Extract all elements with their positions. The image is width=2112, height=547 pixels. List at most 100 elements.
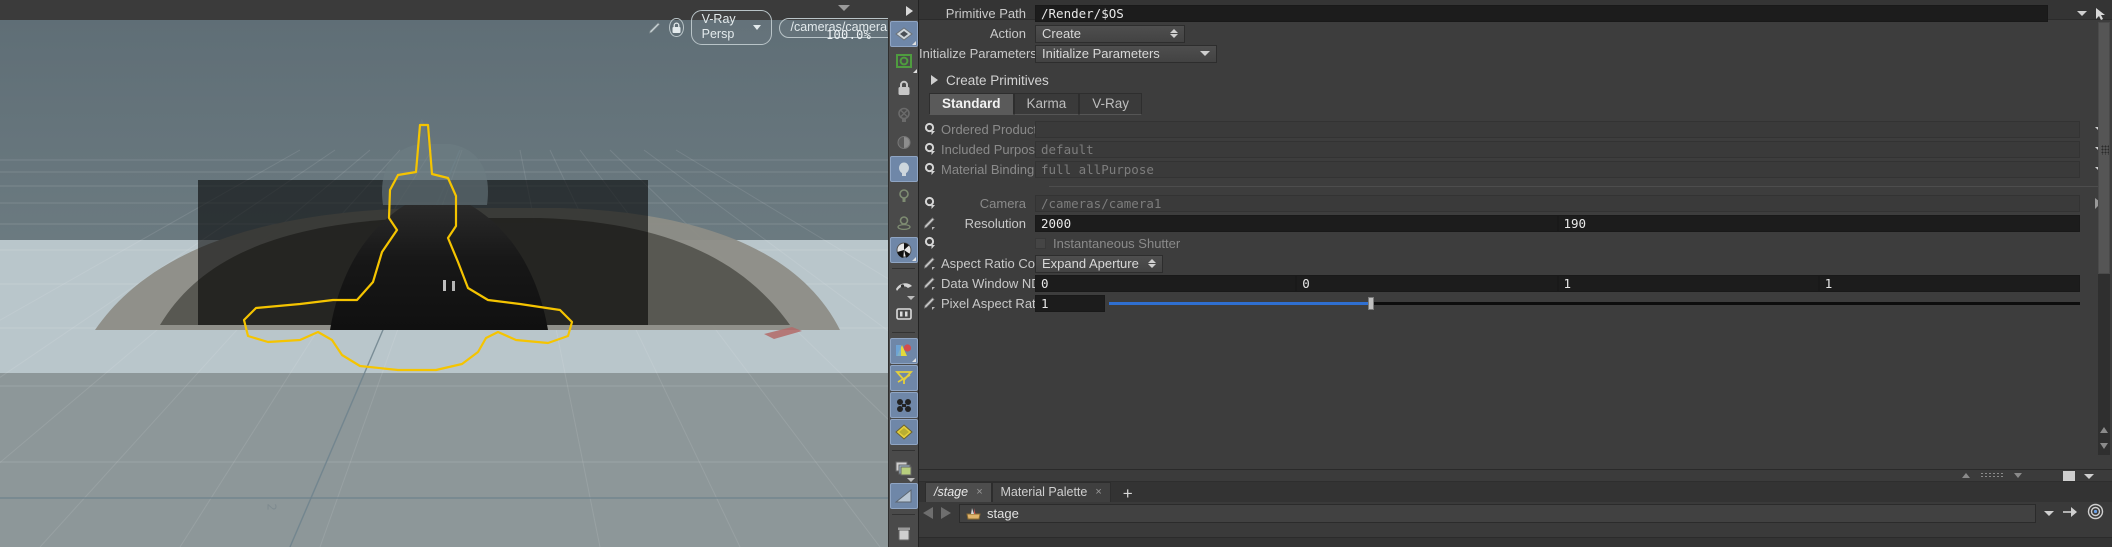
sub-menu-corner-icon: [911, 257, 916, 261]
pixel-aspect-ratio-input[interactable]: 1: [1035, 295, 1105, 312]
param-row-action: Action Create: [919, 24, 2112, 43]
axis-gizmo-marker: [764, 327, 802, 339]
layers-icon[interactable]: [890, 456, 918, 482]
action-dropdown[interactable]: Create: [1035, 24, 1185, 43]
material-binding-input[interactable]: full allPurpose: [1035, 161, 2080, 178]
film-strip-icon[interactable]: [890, 301, 918, 327]
back-arrow-icon[interactable]: [923, 507, 933, 519]
color-scheme-icon[interactable]: [889, 338, 918, 364]
network-path-input[interactable]: stage: [959, 503, 2036, 523]
param-row-instantaneous-shutter: Instantaneous Shutter: [919, 234, 2112, 253]
scroll-up-arrow-icon[interactable]: [2100, 427, 2108, 433]
headlight-icon[interactable]: [890, 129, 918, 155]
viewport-icon-rail[interactable]: [888, 20, 918, 547]
light-spot-icon[interactable]: [890, 210, 918, 236]
resolution-x-input[interactable]: 2000: [1035, 215, 1558, 232]
param-row-pixel-aspect-ratio: Pixel Aspect Ratio 1: [919, 294, 2112, 313]
create-primitives-section[interactable]: Create Primitives: [919, 70, 2112, 90]
network-splitter-bar[interactable]: [919, 470, 2112, 482]
rail-divider: [892, 332, 915, 333]
collapse-up-icon[interactable]: [1962, 473, 1970, 478]
arrow-pointer-icon[interactable]: [2090, 7, 2112, 21]
scene-lights-icon[interactable]: [889, 156, 918, 182]
tab-vray[interactable]: V-Ray: [1079, 93, 1143, 115]
pencil-icon[interactable]: [648, 19, 662, 37]
spinner-icon: [1140, 259, 1156, 268]
animate-toggle-icon[interactable]: [919, 236, 941, 251]
instantaneous-shutter-checkbox[interactable]: Instantaneous Shutter: [1035, 236, 1180, 251]
animate-toggle-icon[interactable]: [919, 196, 941, 211]
tab-karma[interactable]: Karma: [1013, 93, 1080, 115]
chevron-down-icon: [753, 24, 762, 30]
camera-input[interactable]: /cameras/camera1: [1035, 195, 2080, 212]
edit-parameter-icon[interactable]: [919, 296, 941, 311]
sub-menu-corner-icon: [911, 41, 916, 45]
chevron-down-icon: [1200, 51, 1210, 56]
grid-plane-icon[interactable]: [889, 483, 918, 509]
camera-mode-dropdown[interactable]: V-Ray Persp: [690, 10, 773, 45]
view-snapshot-icon[interactable]: [890, 48, 918, 74]
network-tab-material-palette[interactable]: Material Palette ×: [991, 482, 1111, 502]
splitter-grip-icon[interactable]: [1980, 472, 2004, 479]
lock-icon[interactable]: [669, 18, 684, 37]
display-options-icon[interactable]: [889, 21, 918, 47]
forward-arrow-icon[interactable]: [941, 507, 951, 519]
ordered-products-input[interactable]: [1035, 121, 2080, 138]
animate-toggle-icon[interactable]: [919, 162, 941, 177]
expand-arrow-icon[interactable]: [906, 6, 913, 16]
pin-icon[interactable]: [2062, 505, 2079, 522]
group-select-icon[interactable]: [889, 392, 918, 418]
viewport-3d[interactable]: 2 V-Ray Persp /cameras/camera1 100.0%: [0, 0, 918, 547]
network-tab-stage-label: /stage: [934, 485, 969, 499]
sub-menu-corner-icon: [911, 358, 916, 362]
primitive-path-input[interactable]: /Render/$OS: [1035, 5, 2048, 22]
add-tab-button[interactable]: +: [1111, 485, 1143, 502]
scrollbar-thumb[interactable]: [2098, 22, 2110, 274]
data-window-ndc-input-0[interactable]: 0: [1035, 275, 1297, 292]
light-point-icon[interactable]: [890, 183, 918, 209]
rail-divider: [892, 268, 915, 269]
primitive-select-icon[interactable]: [889, 419, 918, 445]
slider-knob[interactable]: [1368, 297, 1375, 310]
tab-standard[interactable]: Standard: [929, 93, 1014, 115]
slider-fill: [1109, 302, 1372, 305]
chevron-down-icon[interactable]: [2084, 473, 2094, 479]
data-window-ndc-input-2[interactable]: 1: [1557, 275, 1819, 292]
param-row-data-window-ndc: Data Window NDC 0 0 1 1: [919, 274, 2112, 293]
trash-icon[interactable]: [890, 520, 918, 546]
network-tab-stage[interactable]: /stage ×: [925, 482, 992, 502]
pixel-aspect-ratio-slider[interactable]: [1109, 295, 2080, 312]
chevron-down-icon[interactable]: [2077, 11, 2087, 16]
lock-camera-icon[interactable]: [890, 75, 918, 101]
param-row-resolution: Resolution 2000 190: [919, 214, 2112, 233]
scroll-down-arrow-icon[interactable]: [2100, 443, 2108, 449]
edit-parameter-icon[interactable]: [919, 216, 941, 231]
aspect-ratio-conform-dropdown[interactable]: Expand Aperture: [1035, 254, 1163, 273]
checkbox-box: [1035, 238, 1046, 249]
network-tab-material-palette-label: Material Palette: [1000, 485, 1088, 499]
data-window-ndc-input-1[interactable]: 0: [1296, 275, 1558, 292]
param-row-camera: Camera /cameras/camera1: [919, 194, 2112, 213]
parameter-scrollbar-vertical[interactable]: [2098, 22, 2110, 455]
uv-view-icon[interactable]: [890, 274, 918, 300]
target-icon[interactable]: [2087, 503, 2104, 523]
included-purposes-input[interactable]: default: [1035, 141, 2080, 158]
edit-parameter-icon[interactable]: [919, 256, 941, 271]
no-lights-icon[interactable]: [890, 102, 918, 128]
resolution-y-input[interactable]: 190: [1557, 215, 2080, 232]
animate-toggle-icon[interactable]: [919, 122, 941, 137]
pane-maximize-icon[interactable]: [2063, 471, 2075, 481]
network-footer: [919, 537, 2112, 547]
close-icon[interactable]: ×: [1095, 486, 1101, 498]
chevron-down-icon[interactable]: [2044, 510, 2054, 516]
data-window-ndc-input-3[interactable]: 1: [1818, 275, 2080, 292]
aspect-ratio-conform-value: Expand Aperture: [1042, 255, 1139, 271]
edit-parameter-icon[interactable]: [919, 276, 941, 291]
network-path-controls: [2044, 503, 2108, 523]
close-icon[interactable]: ×: [976, 486, 982, 498]
animate-toggle-icon[interactable]: [919, 142, 941, 157]
material-preview-icon[interactable]: [889, 237, 918, 263]
initialize-dropdown[interactable]: Initialize Parameters: [1035, 44, 1217, 63]
selection-mask-icon[interactable]: [889, 365, 918, 391]
collapse-down-icon[interactable]: [2014, 473, 2022, 478]
